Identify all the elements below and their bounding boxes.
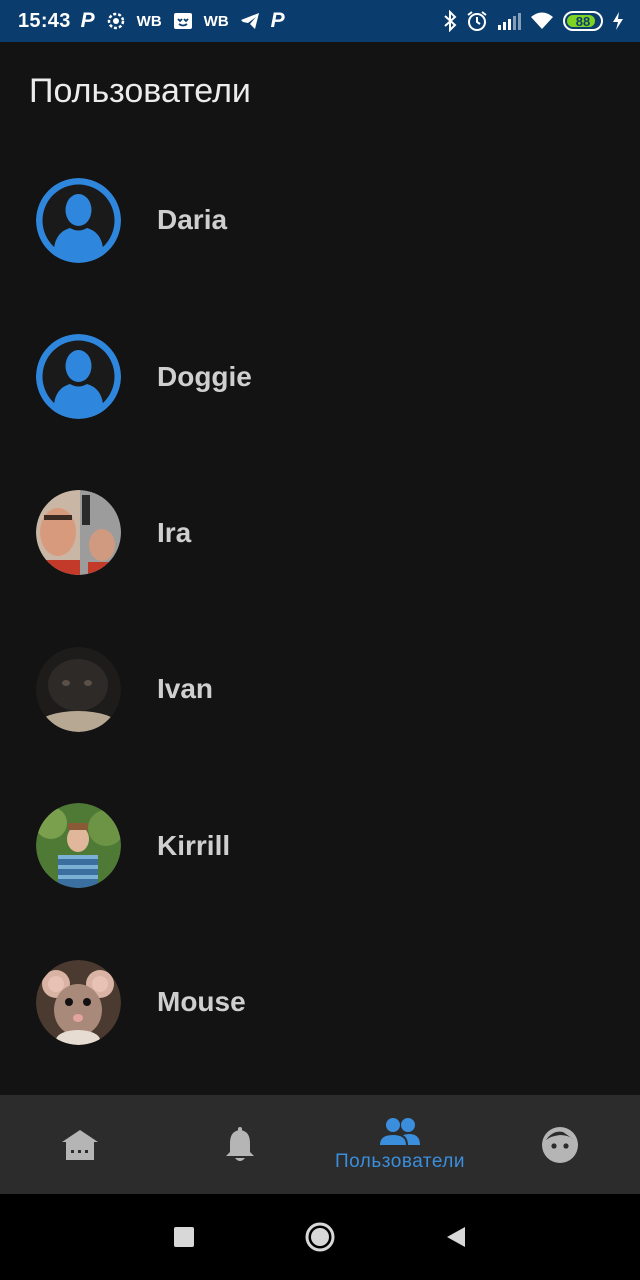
default-avatar-icon (36, 177, 121, 263)
bell-icon (226, 1126, 254, 1161)
user-name: Doggie (157, 360, 252, 392)
parking-icon: P (270, 9, 285, 32)
parking-icon: P (80, 9, 95, 32)
user-name: Ira (157, 516, 192, 548)
home-button[interactable] (300, 1217, 340, 1257)
list-item[interactable]: Mouse (0, 924, 640, 1080)
telegram-icon (239, 10, 261, 32)
home-icon (62, 1129, 98, 1160)
people-icon (380, 1117, 420, 1145)
user-name: Ivan (157, 673, 214, 705)
user-name: Kirrill (157, 829, 231, 861)
signal-icon (497, 10, 521, 32)
user-photo-avatar (36, 803, 121, 889)
nav-home[interactable] (0, 1095, 160, 1194)
page-title: Пользователи (29, 72, 251, 110)
square-icon (174, 1227, 194, 1247)
circle-icon (305, 1222, 335, 1252)
alarm-icon (466, 10, 488, 32)
list-item[interactable]: Kirrill (0, 768, 640, 924)
nav-notifications[interactable] (160, 1095, 320, 1194)
bluetooth-icon (443, 10, 457, 32)
wb-icon: WB (136, 12, 162, 30)
status-time: 15:43 (18, 9, 71, 32)
status-bar: 15:43 P WB WB P 88 (0, 0, 640, 42)
bottom-navigation: Пользователи (0, 1095, 640, 1194)
settings-gear-icon (105, 10, 127, 32)
list-item[interactable]: Ira (0, 455, 640, 611)
user-photo-avatar (36, 959, 121, 1045)
user-photo-avatar (36, 646, 121, 732)
triangle-back-icon (447, 1227, 465, 1247)
cat-icon (172, 10, 194, 32)
list-item[interactable]: Doggie (0, 298, 640, 454)
user-list: Daria Doggie Ira Ivan Kirrill Mouse (0, 142, 640, 1080)
nav-users[interactable]: Пользователи (320, 1095, 480, 1194)
battery-level: 88 (575, 13, 591, 29)
battery-icon: 88 (563, 11, 603, 31)
list-item[interactable]: Daria (0, 142, 640, 298)
list-item[interactable]: Ivan (0, 611, 640, 767)
nav-users-label: Пользователи (334, 1150, 465, 1172)
wb-icon: WB (203, 12, 229, 30)
user-photo-avatar (36, 490, 121, 576)
face-icon (542, 1126, 578, 1163)
user-name: Daria (157, 204, 228, 236)
recents-button[interactable] (164, 1217, 204, 1257)
system-navigation-bar (0, 1194, 640, 1280)
charging-icon (612, 10, 624, 32)
wifi-icon (530, 10, 554, 32)
default-avatar-icon (36, 334, 121, 420)
back-button[interactable] (436, 1217, 476, 1257)
nav-profile[interactable] (480, 1095, 640, 1194)
user-name: Mouse (157, 986, 246, 1018)
